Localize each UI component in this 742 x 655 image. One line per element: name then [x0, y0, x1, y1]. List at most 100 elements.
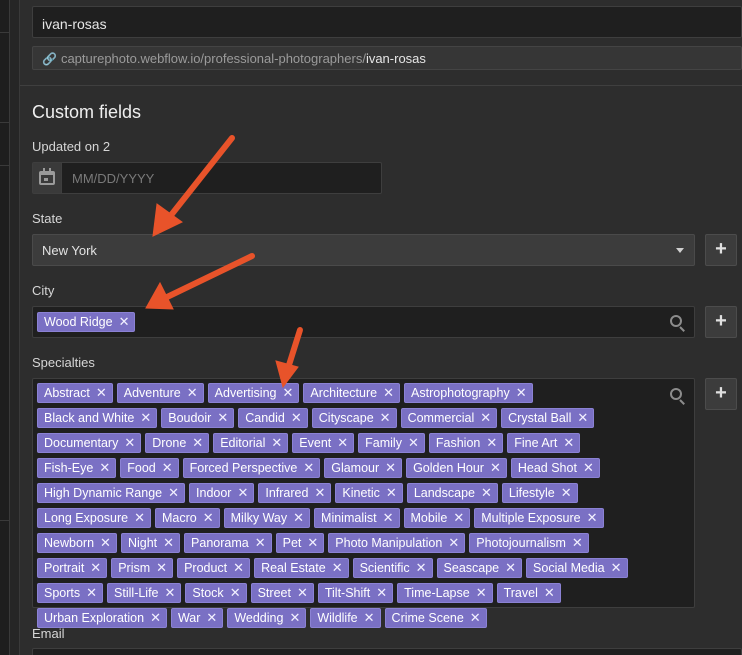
tag-chip: Prism ✕ — [111, 558, 174, 578]
tag-label: Scientific — [359, 561, 410, 575]
remove-x-icon[interactable]: ✕ — [162, 460, 173, 476]
tag-chip: Boudoir ✕ — [161, 408, 235, 428]
state-select[interactable]: New York — [32, 234, 695, 266]
remove-x-icon[interactable]: ✕ — [233, 560, 244, 576]
remove-x-icon[interactable]: ✕ — [380, 410, 391, 426]
specialties-tag-input[interactable]: Abstract ✕ Adventure ✕ Advertising ✕ Architect… — [32, 378, 695, 628]
remove-x-icon[interactable]: ✕ — [470, 610, 481, 626]
date-picker-button[interactable] — [33, 163, 62, 193]
add-city-button[interactable]: + — [705, 306, 737, 338]
tag-label: Seascape — [443, 561, 500, 575]
remove-x-icon[interactable]: ✕ — [364, 610, 375, 626]
tag-label: Advertising — [214, 386, 277, 400]
remove-x-icon[interactable]: ✕ — [577, 410, 588, 426]
remove-x-icon[interactable]: ✕ — [448, 535, 459, 551]
tag-chip: Minimalist ✕ — [314, 508, 400, 528]
remove-x-icon[interactable]: ✕ — [476, 585, 487, 601]
remove-x-icon[interactable]: ✕ — [587, 510, 598, 526]
remove-x-icon[interactable]: ✕ — [99, 460, 110, 476]
remove-x-icon[interactable]: ✕ — [386, 485, 397, 501]
tag-chip: Multiple Exposure ✕ — [474, 508, 604, 528]
remove-x-icon[interactable]: ✕ — [561, 485, 572, 501]
remove-x-icon[interactable]: ✕ — [134, 510, 145, 526]
tag-label: Sports — [44, 586, 81, 600]
remove-x-icon[interactable]: ✕ — [283, 385, 294, 401]
remove-x-icon[interactable]: ✕ — [150, 610, 161, 626]
remove-x-icon[interactable]: ✕ — [408, 435, 419, 451]
tag-label: Wood Ridge — [44, 315, 113, 329]
remove-x-icon[interactable]: ✕ — [307, 535, 318, 551]
remove-x-icon[interactable]: ✕ — [217, 410, 228, 426]
tag-label: Fine Art — [514, 436, 558, 450]
remove-x-icon[interactable]: ✕ — [572, 535, 583, 551]
tag-label: Candid — [245, 411, 285, 425]
tag-chip: Seascape ✕ — [436, 558, 523, 578]
remove-x-icon[interactable]: ✕ — [337, 435, 348, 451]
tag-chip: Crystal Ball ✕ — [501, 408, 595, 428]
remove-x-icon[interactable]: ✕ — [383, 510, 394, 526]
tag-label: Urban Exploration — [44, 611, 145, 625]
remove-x-icon[interactable]: ✕ — [230, 585, 241, 601]
remove-x-icon[interactable]: ✕ — [332, 560, 343, 576]
remove-x-icon[interactable]: ✕ — [583, 460, 594, 476]
tag-label: Indoor — [196, 486, 232, 500]
remove-x-icon[interactable]: ✕ — [314, 485, 325, 501]
remove-x-icon[interactable]: ✕ — [100, 535, 111, 551]
remove-x-icon[interactable]: ✕ — [86, 585, 97, 601]
remove-x-icon[interactable]: ✕ — [486, 435, 497, 451]
remove-x-icon[interactable]: ✕ — [165, 585, 176, 601]
remove-x-icon[interactable]: ✕ — [119, 314, 130, 330]
remove-x-icon[interactable]: ✕ — [255, 535, 266, 551]
remove-x-icon[interactable]: ✕ — [187, 385, 198, 401]
remove-x-icon[interactable]: ✕ — [385, 460, 396, 476]
date-field[interactable]: MM/DD/YYYY — [32, 162, 382, 194]
tag-chip: Photojournalism ✕ — [469, 533, 589, 553]
tag-label: Editorial — [220, 436, 266, 450]
remove-x-icon[interactable]: ✕ — [505, 560, 516, 576]
remove-x-icon[interactable]: ✕ — [168, 485, 179, 501]
remove-x-icon[interactable]: ✕ — [297, 585, 308, 601]
remove-x-icon[interactable]: ✕ — [271, 435, 282, 451]
remove-x-icon[interactable]: ✕ — [140, 410, 151, 426]
remove-x-icon[interactable]: ✕ — [453, 510, 464, 526]
state-label: State — [32, 211, 63, 226]
remove-x-icon[interactable]: ✕ — [303, 460, 314, 476]
panel-gutter — [10, 0, 20, 655]
remove-x-icon[interactable]: ✕ — [293, 510, 304, 526]
search-icon[interactable] — [670, 388, 685, 405]
add-specialty-button[interactable]: + — [705, 378, 737, 410]
remove-x-icon[interactable]: ✕ — [563, 435, 574, 451]
add-state-button[interactable]: + — [705, 234, 737, 266]
remove-x-icon[interactable]: ✕ — [376, 585, 387, 601]
remove-x-icon[interactable]: ✕ — [480, 410, 491, 426]
remove-x-icon[interactable]: ✕ — [611, 560, 622, 576]
remove-x-icon[interactable]: ✕ — [90, 560, 101, 576]
remove-x-icon[interactable]: ✕ — [206, 610, 217, 626]
remove-x-icon[interactable]: ✕ — [156, 560, 167, 576]
remove-x-icon[interactable]: ✕ — [383, 385, 394, 401]
remove-x-icon[interactable]: ✕ — [203, 510, 214, 526]
tag-chip: Night ✕ — [120, 533, 181, 553]
remove-x-icon[interactable]: ✕ — [291, 410, 302, 426]
tag-chip: Long Exposure ✕ — [37, 508, 151, 528]
remove-x-icon[interactable]: ✕ — [490, 460, 501, 476]
remove-x-icon[interactable]: ✕ — [544, 585, 555, 601]
remove-x-icon[interactable]: ✕ — [96, 385, 107, 401]
tag-chip: Fine Art ✕ — [507, 433, 581, 453]
remove-x-icon[interactable]: ✕ — [416, 560, 427, 576]
url-preview[interactable]: 🔗 capturephoto.webflow.io/professional-ph… — [32, 46, 742, 70]
tag-label: Street — [257, 586, 291, 600]
tag-label: Event — [299, 436, 332, 450]
remove-x-icon[interactable]: ✕ — [192, 435, 203, 451]
remove-x-icon[interactable]: ✕ — [124, 435, 135, 451]
email-input[interactable] — [32, 648, 742, 655]
remove-x-icon[interactable]: ✕ — [237, 485, 248, 501]
remove-x-icon[interactable]: ✕ — [163, 535, 174, 551]
remove-x-icon[interactable]: ✕ — [516, 385, 527, 401]
search-icon[interactable] — [670, 315, 685, 332]
slug-input[interactable]: ivan-rosas — [32, 6, 742, 38]
tag-label: Minimalist — [321, 511, 377, 525]
city-tag-input[interactable]: Wood Ridge ✕ — [32, 306, 695, 338]
remove-x-icon[interactable]: ✕ — [481, 485, 492, 501]
remove-x-icon[interactable]: ✕ — [289, 610, 300, 626]
